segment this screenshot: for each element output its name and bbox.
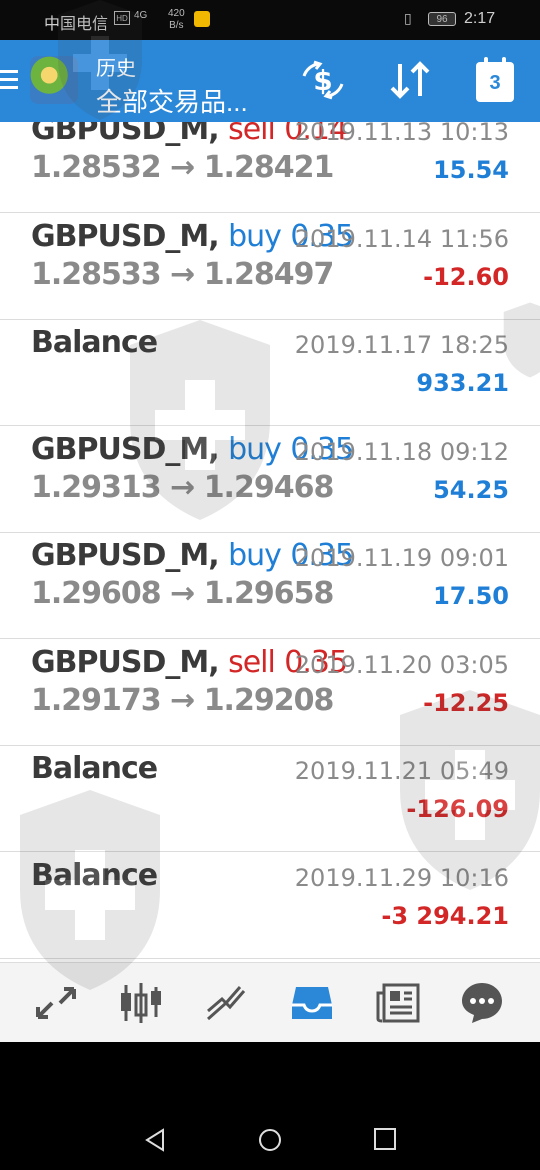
arrow-icon: →	[170, 256, 195, 292]
close-price: 1.29208	[203, 682, 335, 718]
bottom-nav	[0, 962, 540, 1043]
open-price: 1.29313	[31, 469, 162, 505]
chart-candles-icon[interactable]	[118, 981, 162, 1025]
profit-value: 933.21	[416, 369, 509, 397]
trade-side: buy	[228, 431, 282, 467]
symbol-name: Balance	[31, 751, 158, 786]
arrow-icon: →	[170, 576, 195, 611]
open-price: 1.29173	[31, 682, 162, 718]
symbol-name: GBPUSD_M,	[31, 538, 220, 573]
news-icon[interactable]	[376, 981, 420, 1025]
calendar-number: 3	[489, 72, 501, 94]
open-price: 1.28533	[31, 256, 162, 292]
hd-icon: HD	[114, 11, 130, 25]
calendar-icon[interactable]: 3	[476, 57, 514, 102]
app-notification-icon	[194, 11, 210, 27]
home-icon[interactable]	[258, 1128, 282, 1157]
trade-side: buy	[228, 538, 282, 573]
recents-icon[interactable]	[374, 1128, 396, 1155]
profit-value: 17.50	[433, 582, 509, 610]
network-speed: 420 B/s	[168, 8, 185, 32]
open-price: 1.28532	[31, 150, 162, 185]
balance-row[interactable]: Balance 2019.11.17 18:25 933.21	[0, 319, 540, 426]
trade-date: 2019.11.21 05:49	[294, 757, 509, 785]
balance-row[interactable]: Balance 2019.11.29 10:16 -3 294.21	[0, 852, 540, 959]
symbol-label: Balance	[31, 325, 158, 360]
symbol-name: Balance	[31, 325, 158, 360]
trade-date: 2019.11.18 09:12	[294, 437, 509, 466]
chat-icon[interactable]	[460, 981, 504, 1025]
open-price: 1.29608	[31, 576, 162, 611]
battery-icon: 96	[428, 12, 456, 26]
price-range: 1.29173 → 1.29208	[31, 682, 335, 718]
symbol-name: GBPUSD_M,	[31, 431, 220, 467]
symbol-name: Balance	[31, 857, 158, 893]
history-inbox-icon[interactable]	[290, 981, 334, 1025]
arrow-icon: →	[170, 682, 195, 718]
trade-date: 2019.11.20 03:05	[294, 650, 509, 679]
close-price: 1.28497	[203, 256, 335, 292]
trade-row[interactable]: GBPUSD_M, buy 0.35 2019.11.18 09:12 1.2931…	[0, 426, 540, 533]
app-bar: 历史 全部交易品... $ 3	[0, 40, 540, 122]
close-price: 1.29468	[203, 469, 335, 505]
arrow-icon: →	[170, 469, 195, 505]
trade-side: sell	[228, 644, 276, 680]
network-speed-unit: B/s	[169, 20, 184, 31]
currency-exchange-icon[interactable]: $	[300, 60, 346, 109]
clock: 2:17	[464, 10, 496, 27]
profit-value: -3 294.21	[381, 901, 509, 930]
symbol-label: Balance	[31, 857, 158, 893]
trade-date: 2019.11.19 09:01	[294, 544, 509, 572]
profit-value: -126.09	[406, 795, 509, 823]
profit-value: -12.25	[423, 688, 509, 717]
price-range: 1.29313 → 1.29468	[31, 469, 335, 505]
profit-value: -12.60	[423, 262, 509, 291]
sort-icon[interactable]	[388, 60, 432, 109]
symbol-name: GBPUSD_M,	[31, 122, 220, 147]
signal-icon: 4G	[134, 10, 148, 21]
price-range: 1.29608 → 1.29658	[31, 576, 335, 611]
arrow-icon: →	[170, 150, 195, 185]
close-price: 1.28421	[203, 150, 335, 185]
trade-side: buy	[228, 218, 282, 254]
status-bar: 中国电信 HD 4G 420 B/s ▯ 96 2:17	[0, 0, 540, 40]
price-range: 1.28532 → 1.28421	[31, 150, 335, 185]
balance-row[interactable]: Balance 2019.11.21 05:49 -126.09	[0, 745, 540, 852]
back-icon[interactable]	[144, 1128, 166, 1157]
trade-row[interactable]: GBPUSD_M, sell 0.14 2019.11.13 10:13 1.285…	[0, 122, 540, 213]
menu-icon[interactable]	[0, 70, 18, 92]
carrier-name: 中国电信	[44, 16, 109, 33]
trade-icon[interactable]	[204, 981, 248, 1025]
profit-value: 15.54	[433, 156, 509, 184]
trade-row[interactable]: GBPUSD_M, buy 0.35 2019.11.19 09:01 1.2960…	[0, 532, 540, 639]
trade-side: sell	[228, 122, 276, 147]
trade-row[interactable]: GBPUSD_M, buy 0.35 2019.11.14 11:56 1.2853…	[0, 213, 540, 320]
network-speed-value: 420	[168, 8, 185, 19]
trade-date: 2019.11.14 11:56	[294, 224, 509, 253]
trade-row[interactable]: GBPUSD_M, sell 0.35 2019.11.20 03:05 1.291…	[0, 639, 540, 746]
page-title: 历史	[96, 58, 136, 80]
trade-date: 2019.11.29 10:16	[294, 863, 509, 892]
symbol-label: Balance	[31, 751, 158, 786]
profit-value: 54.25	[433, 475, 509, 504]
vibrate-icon: ▯	[404, 10, 412, 26]
close-price: 1.29658	[203, 576, 335, 611]
quotes-icon[interactable]	[34, 981, 78, 1025]
symbol-name: GBPUSD_M,	[31, 218, 220, 254]
price-range: 1.28533 → 1.28497	[31, 256, 335, 292]
trade-date: 2019.11.13 10:13	[294, 122, 509, 146]
app-logo	[30, 56, 78, 104]
symbol-name: GBPUSD_M,	[31, 644, 220, 680]
system-navigation-bar	[0, 1042, 540, 1170]
trade-date: 2019.11.17 18:25	[294, 331, 509, 359]
history-list: GBPUSD_M, sell 0.14 2019.11.13 10:13 1.285…	[0, 122, 540, 962]
symbol-filter[interactable]: 全部交易品...	[96, 82, 248, 119]
